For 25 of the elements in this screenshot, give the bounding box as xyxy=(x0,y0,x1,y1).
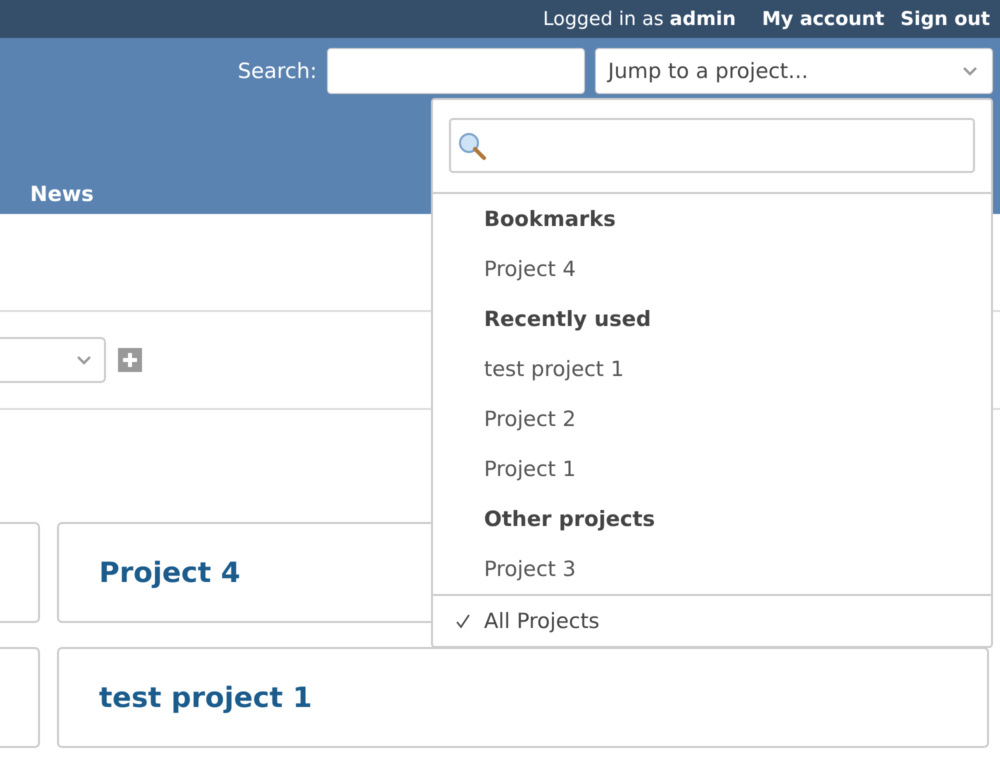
search-icon xyxy=(457,130,487,160)
chevron-down-icon xyxy=(76,355,92,365)
chevron-down-icon xyxy=(962,66,978,76)
search-field[interactable] xyxy=(327,48,585,94)
project-option[interactable]: Project 2 xyxy=(433,394,991,444)
filter-select[interactable] xyxy=(0,337,106,383)
project-option[interactable]: Project 3 xyxy=(433,544,991,594)
logged-in-text: Logged in as admin xyxy=(542,8,736,30)
account-link[interactable]: Sign out xyxy=(900,8,990,30)
project-option[interactable]: Project 4 xyxy=(433,244,991,294)
group-heading: Bookmarks xyxy=(483,206,617,233)
all-projects-option[interactable]: All Projects xyxy=(433,594,991,646)
group-heading: Recently used xyxy=(483,306,652,333)
project-option[interactable]: Project 1 xyxy=(433,444,991,494)
project-jump-select[interactable]: Jump to a project... xyxy=(595,48,993,94)
project-search-field[interactable] xyxy=(449,118,975,173)
menu-tab[interactable]: News xyxy=(30,182,94,206)
add-icon[interactable] xyxy=(118,348,142,372)
search-label: Search: xyxy=(238,59,317,83)
check-icon xyxy=(455,613,471,629)
group-heading: Other projects xyxy=(483,506,656,533)
account-link[interactable]: My account xyxy=(762,8,884,30)
project-link[interactable]: test project 1 xyxy=(99,681,312,714)
project-link[interactable]: Project 4 xyxy=(99,556,240,589)
project-option[interactable]: test project 1 xyxy=(433,344,991,394)
